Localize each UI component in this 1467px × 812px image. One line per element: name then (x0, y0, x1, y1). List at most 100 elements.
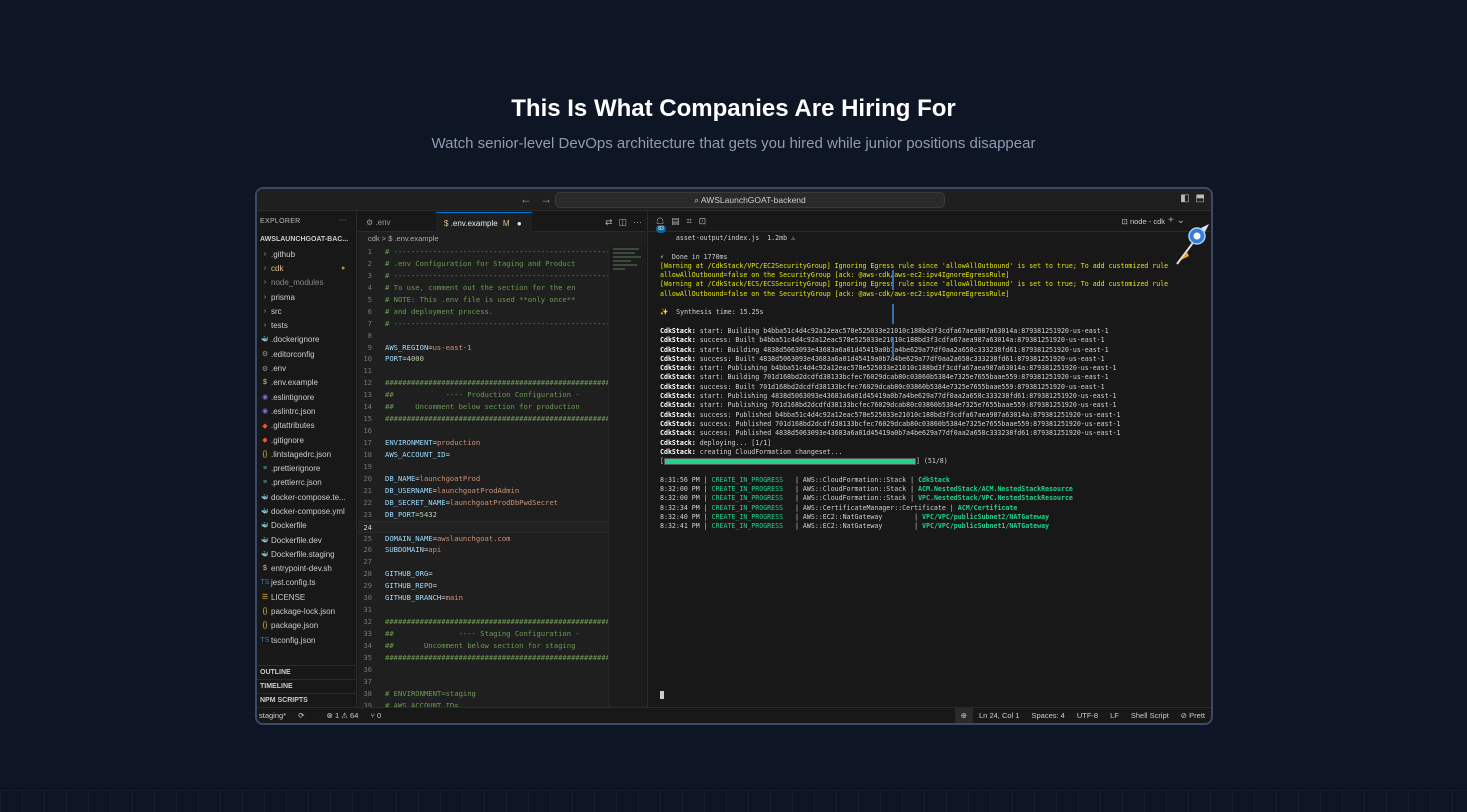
terminal-tab[interactable]: ⊡ node - cdk (1122, 217, 1165, 226)
section-timeline[interactable]: TIMELINE (257, 679, 357, 693)
tree-item[interactable]: {} package.json (257, 619, 356, 633)
cursor-position[interactable]: Ln 24, Col 1 (973, 708, 1025, 723)
command-center-search[interactable]: ⌕ AWSLaunchGOAT-backend (555, 192, 945, 208)
section-npm-scripts[interactable]: NPM SCRIPTS (257, 693, 357, 707)
code-line[interactable]: 3 # -------------------------------------… (358, 270, 646, 282)
code-line[interactable]: 9 AWS_REGION=us-east-1 (358, 342, 646, 354)
code-line[interactable]: 27 (358, 556, 646, 568)
code-line[interactable]: 33 ## ---- Staging Configuration - (358, 628, 646, 640)
language-mode[interactable]: Shell Script (1125, 708, 1175, 723)
code-line[interactable]: 15 ######################################… (358, 413, 646, 425)
file-icon[interactable]: ▤ (671, 216, 680, 226)
code-line[interactable]: 26 SUBDOMAIN=api (358, 544, 646, 556)
compare-icon[interactable]: ⇄ (605, 217, 613, 227)
code-line[interactable]: 5 # NOTE: This .env file is used **only o… (358, 294, 646, 306)
code-line[interactable]: 2 # .env Configuration for Staging and Pr… (358, 258, 646, 270)
code-line[interactable]: 36 (358, 664, 646, 676)
tree-item[interactable]: › cdk ● (257, 261, 356, 275)
tree-item[interactable]: {} package-lock.json (257, 604, 356, 618)
code-line[interactable]: 23 DB_PORT=5432 (358, 509, 646, 521)
tree-item[interactable]: ◆ .gitignore (257, 433, 356, 447)
forward-arrow-icon[interactable]: → (540, 192, 552, 206)
code-line[interactable]: 1 # -------------------------------------… (358, 246, 646, 258)
tree-item[interactable]: 🐳 docker-compose.te... (257, 490, 356, 504)
toggle-sidebar-icon[interactable]: ◧ (1180, 193, 1189, 204)
tree-item[interactable]: › .github (257, 247, 356, 261)
line-ending[interactable]: LF (1104, 708, 1125, 723)
tree-item[interactable]: $ .env.example (257, 376, 356, 390)
code-line[interactable]: 20 DB_NAME=launchgoatProd (358, 473, 646, 485)
code-line[interactable]: 32 ######################################… (358, 616, 646, 628)
tree-item[interactable]: ⚙ .editorconfig (257, 347, 356, 361)
code-line[interactable]: 28 GITHUB_ORG= (358, 568, 646, 580)
tree-item[interactable]: TS jest.config.ts (257, 576, 356, 590)
code-line[interactable]: 34 ## Uncomment below section for staging (358, 640, 646, 652)
tree-item[interactable]: 🐳 Dockerfile.staging (257, 547, 356, 561)
project-root[interactable]: AWSLAUNCHGOAT-BAC... (257, 232, 356, 247)
code-line[interactable]: 6 # and deployment process. (358, 306, 646, 318)
tree-item[interactable]: ≡ .prettierignore (257, 461, 356, 475)
code-line[interactable]: 30 GITHUB_BRANCH=main (358, 592, 646, 604)
encoding[interactable]: UTF-8 (1071, 708, 1104, 723)
code-line[interactable]: 37 (358, 676, 646, 688)
tree-item[interactable]: › node_modules (257, 276, 356, 290)
terminal-icon[interactable]: ⊡ (699, 216, 707, 226)
code-line[interactable]: 24 (358, 520, 646, 533)
code-line[interactable]: 12 ######################################… (358, 377, 646, 389)
indentation[interactable]: Spaces: 4 (1025, 708, 1070, 723)
code-line[interactable]: 35 ######################################… (358, 652, 646, 664)
tree-item[interactable]: ◉ .eslintrc.json (257, 404, 356, 418)
code-line[interactable]: 18 AWS_ACCOUNT_ID= (358, 449, 646, 461)
terminal-output[interactable]: asset-output/index.js 1.2mb ⚠ ⚡ Done in … (660, 234, 1211, 707)
tree-item[interactable]: 🐳 docker-compose.yml (257, 504, 356, 518)
back-arrow-icon[interactable]: ← (520, 192, 532, 206)
code-line[interactable]: 39 # AWS_ACCOUNT_ID= (358, 700, 646, 707)
code-line[interactable]: 17 ENVIRONMENT=production (358, 437, 646, 449)
breadcrumb[interactable]: cdk > $ .env.example (358, 232, 646, 245)
code-line[interactable]: 14 ## Uncomment below section for product… (358, 401, 646, 413)
code-line[interactable]: 13 ## ---- Production Configuration - (358, 389, 646, 401)
ports-indicator[interactable]: ⑂ 0 (370, 711, 381, 720)
tree-item[interactable]: › prisma (257, 290, 356, 304)
code-line[interactable]: 8 (358, 330, 646, 342)
more-actions-icon[interactable]: ··· (339, 217, 347, 224)
code-line[interactable]: 10 PORT=4000 (358, 353, 646, 365)
tree-item[interactable]: ≡ .prettierrc.json (257, 476, 356, 490)
branch-indicator[interactable]: staging* ⟳ (259, 711, 315, 720)
code-line[interactable]: 29 GITHUB_REPO= (358, 580, 646, 592)
prettier-status[interactable]: ⊘ Prett (1175, 708, 1211, 723)
toggle-panel-icon[interactable]: ⬒ (1196, 193, 1205, 204)
tab-env[interactable]: ⚙ .env (358, 212, 436, 232)
tree-item[interactable]: 🐳 Dockerfile.dev (257, 533, 356, 547)
tree-item[interactable]: ☰ LICENSE (257, 590, 356, 604)
tree-item[interactable]: {} .lintstagedrc.json (257, 447, 356, 461)
section-outline[interactable]: OUTLINE (257, 665, 357, 679)
code-line[interactable]: 21 DB_USERNAME=launchgoatProdAdmin (358, 485, 646, 497)
split-editor-icon[interactable]: ◫ (618, 217, 627, 227)
tree-item[interactable]: 🐳 Dockerfile (257, 519, 356, 533)
code-line[interactable]: 38 # ENVIRONMENT=staging (358, 688, 646, 700)
code-line[interactable]: 25 DOMAIN_NAME=awslaunchgoat.com (358, 533, 646, 545)
minimap[interactable] (608, 246, 646, 707)
tree-item[interactable]: ◆ .gitattributes (257, 419, 356, 433)
tree-item[interactable]: $ entrypoint-dev.sh (257, 562, 356, 576)
tree-item[interactable]: TS tsconfig.json (257, 633, 356, 647)
code-line[interactable]: 16 (358, 425, 646, 437)
code-icon[interactable]: ⌗ (687, 216, 692, 226)
unsaved-dot-icon[interactable]: ● (517, 219, 522, 228)
code-line[interactable]: 7 # -------------------------------------… (358, 318, 646, 330)
code-line[interactable]: 11 (358, 365, 646, 377)
zoom-icon[interactable]: ⊕ (954, 708, 974, 723)
code-line[interactable]: 19 (358, 461, 646, 473)
tree-item[interactable]: 🐳 .dockerignore (257, 333, 356, 347)
code-area[interactable]: 1 # -------------------------------------… (358, 246, 646, 707)
code-line[interactable]: 31 (358, 604, 646, 616)
tree-item[interactable]: ◉ .eslintignore (257, 390, 356, 404)
tree-item[interactable]: ⚙ .env (257, 361, 356, 375)
tab-env-example[interactable]: $ .env.example M ● (436, 212, 532, 232)
more-icon[interactable]: ··· (633, 217, 642, 227)
code-line[interactable]: 4 # To use, comment out the section for t… (358, 282, 646, 294)
tree-item[interactable]: › src (257, 304, 356, 318)
problems-indicator[interactable]: ⊗ 1 ⚠ 64 (327, 711, 359, 720)
tree-item[interactable]: › tests (257, 318, 356, 332)
